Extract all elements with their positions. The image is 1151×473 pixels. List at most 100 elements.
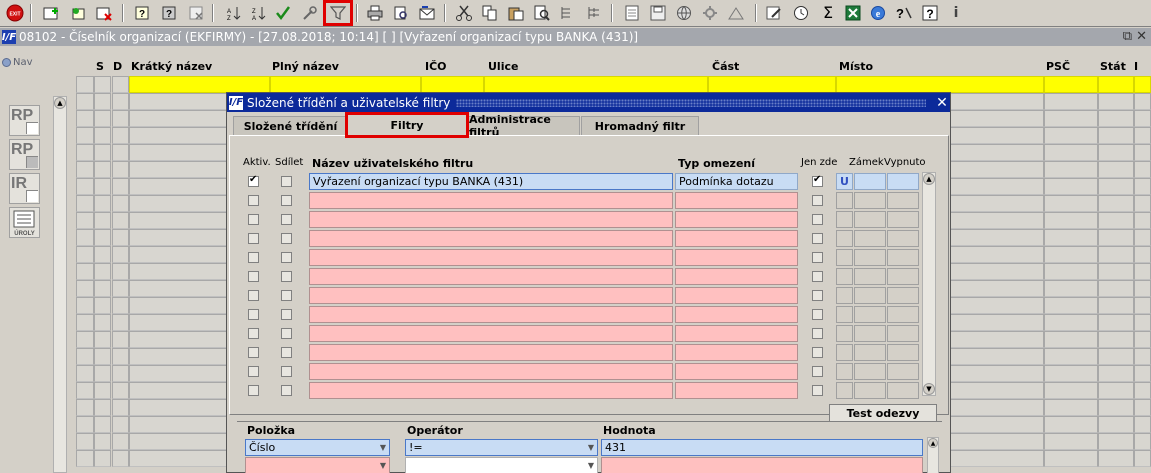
commit-icon[interactable] bbox=[272, 3, 294, 23]
grid-cell[interactable] bbox=[112, 212, 129, 229]
lock-indicator[interactable] bbox=[836, 363, 853, 380]
aktiv-checkbox[interactable] bbox=[248, 290, 259, 301]
grid-cell[interactable] bbox=[1098, 433, 1134, 450]
dropdown-arrow-icon[interactable]: ▼ bbox=[377, 458, 389, 473]
filter-type-input[interactable] bbox=[675, 306, 798, 323]
grid-cell[interactable] bbox=[1098, 110, 1134, 127]
grid-cell[interactable] bbox=[1134, 433, 1151, 450]
lock-indicator[interactable] bbox=[836, 382, 853, 399]
filter-name-input[interactable] bbox=[309, 363, 673, 380]
vypnuto-field[interactable] bbox=[887, 363, 919, 380]
sum-icon[interactable]: Σ bbox=[817, 3, 839, 23]
grid-cell[interactable] bbox=[94, 450, 111, 467]
filter-type-input[interactable] bbox=[675, 211, 798, 228]
grid-cell[interactable] bbox=[1044, 195, 1098, 212]
jen-zde-checkbox[interactable] bbox=[812, 174, 823, 187]
sort-desc-icon[interactable]: ZA bbox=[247, 3, 269, 23]
grid-cell[interactable] bbox=[1134, 297, 1151, 314]
grid-cell[interactable] bbox=[1098, 178, 1134, 195]
grid-cell[interactable] bbox=[112, 399, 129, 416]
grid-cell[interactable] bbox=[1134, 348, 1151, 365]
grid-cell[interactable] bbox=[1098, 450, 1134, 467]
grid-cell[interactable] bbox=[1098, 314, 1134, 331]
lock-indicator[interactable] bbox=[836, 306, 853, 323]
grid-cell[interactable] bbox=[94, 229, 111, 246]
grid-cell[interactable] bbox=[112, 348, 129, 365]
grid-cell[interactable] bbox=[112, 297, 129, 314]
filter-name-input[interactable] bbox=[309, 382, 673, 399]
filter-type-input[interactable] bbox=[675, 249, 798, 266]
filter-name-input[interactable] bbox=[309, 325, 673, 342]
grid-cell[interactable] bbox=[1134, 195, 1151, 212]
print-preview-icon[interactable] bbox=[390, 3, 412, 23]
grid-cell[interactable] bbox=[94, 127, 111, 144]
vypnuto-field[interactable] bbox=[887, 230, 919, 247]
aktiv-checkbox[interactable] bbox=[248, 174, 259, 187]
grid-cell[interactable] bbox=[94, 297, 111, 314]
grid-cell[interactable] bbox=[76, 212, 94, 229]
grid-cell[interactable] bbox=[94, 263, 111, 280]
grid-cell[interactable] bbox=[1134, 365, 1151, 382]
copy-record-icon[interactable] bbox=[67, 3, 89, 23]
aktiv-checkbox[interactable] bbox=[248, 328, 259, 339]
grid-cell[interactable] bbox=[112, 416, 129, 433]
jen-zde-checkbox[interactable] bbox=[812, 233, 823, 244]
filter-type-input[interactable] bbox=[675, 363, 798, 380]
lock-indicator[interactable] bbox=[836, 287, 853, 304]
grid-cell[interactable] bbox=[1044, 178, 1098, 195]
settings-icon[interactable] bbox=[699, 3, 721, 23]
tab-slozene-trideni[interactable]: Složené třídění bbox=[233, 116, 348, 135]
vypnuto-field[interactable] bbox=[887, 382, 919, 399]
grid-cell[interactable] bbox=[1098, 229, 1134, 246]
lock-indicator[interactable] bbox=[836, 211, 853, 228]
zamek-field[interactable] bbox=[854, 306, 886, 323]
scroll-up-icon[interactable]: ▲ bbox=[928, 438, 938, 448]
sdilet-checkbox[interactable] bbox=[281, 252, 292, 263]
grid-cell[interactable] bbox=[1044, 433, 1098, 450]
grid-cell[interactable] bbox=[1044, 348, 1098, 365]
sdilet-checkbox[interactable] bbox=[281, 309, 292, 320]
grid-cell[interactable] bbox=[76, 297, 94, 314]
grid-cell[interactable] bbox=[1044, 314, 1098, 331]
grid-cell[interactable] bbox=[1134, 382, 1151, 399]
grid-cell[interactable] bbox=[112, 127, 129, 144]
vypnuto-field[interactable] bbox=[887, 249, 919, 266]
grid-cell[interactable] bbox=[129, 76, 270, 93]
condition-item-select[interactable]: Číslo ▼ bbox=[245, 439, 390, 456]
vypnuto-field[interactable] bbox=[887, 344, 919, 361]
grid-cell[interactable] bbox=[76, 382, 94, 399]
jen-zde-checkbox[interactable] bbox=[812, 252, 823, 263]
dialog-close-icon[interactable]: ✕ bbox=[934, 95, 950, 111]
cancel-query-icon[interactable] bbox=[186, 3, 208, 23]
sdilet-checkbox[interactable] bbox=[281, 214, 292, 225]
zamek-field[interactable] bbox=[854, 325, 886, 342]
grid-cell[interactable] bbox=[112, 450, 129, 467]
clock-icon[interactable] bbox=[790, 3, 812, 23]
scroll-up-icon[interactable]: ▲ bbox=[923, 173, 935, 185]
lock-indicator[interactable]: U bbox=[836, 173, 853, 190]
filter-type-input[interactable] bbox=[675, 230, 798, 247]
tools-icon[interactable] bbox=[298, 3, 320, 23]
grid-cell[interactable] bbox=[1044, 263, 1098, 280]
column-header-kratky-nazev[interactable]: Krátký název bbox=[131, 60, 212, 73]
grid-cell[interactable] bbox=[1044, 93, 1098, 110]
jen-zde-checkbox[interactable] bbox=[812, 366, 823, 377]
grid-cell[interactable] bbox=[1044, 127, 1098, 144]
column-header-plny-nazev[interactable]: Plný název bbox=[272, 60, 339, 73]
filter-type-input[interactable] bbox=[675, 268, 798, 285]
lock-indicator[interactable] bbox=[836, 230, 853, 247]
grid-cell[interactable] bbox=[94, 212, 111, 229]
grid-cell[interactable] bbox=[112, 110, 129, 127]
grid-cell[interactable] bbox=[1134, 263, 1151, 280]
condition-scrollbar[interactable]: ▲ bbox=[927, 437, 939, 473]
grid-cell[interactable] bbox=[94, 161, 111, 178]
grid-cell[interactable] bbox=[112, 144, 129, 161]
grid-cell[interactable] bbox=[94, 110, 111, 127]
aktiv-checkbox[interactable] bbox=[248, 233, 259, 244]
grid-cell[interactable] bbox=[1098, 212, 1134, 229]
nav-toggle[interactable]: Nav bbox=[2, 57, 33, 68]
grid-cell[interactable] bbox=[1044, 382, 1098, 399]
grid-cell[interactable] bbox=[76, 263, 94, 280]
jen-zde-checkbox[interactable] bbox=[812, 309, 823, 320]
excel-icon[interactable] bbox=[842, 3, 864, 23]
